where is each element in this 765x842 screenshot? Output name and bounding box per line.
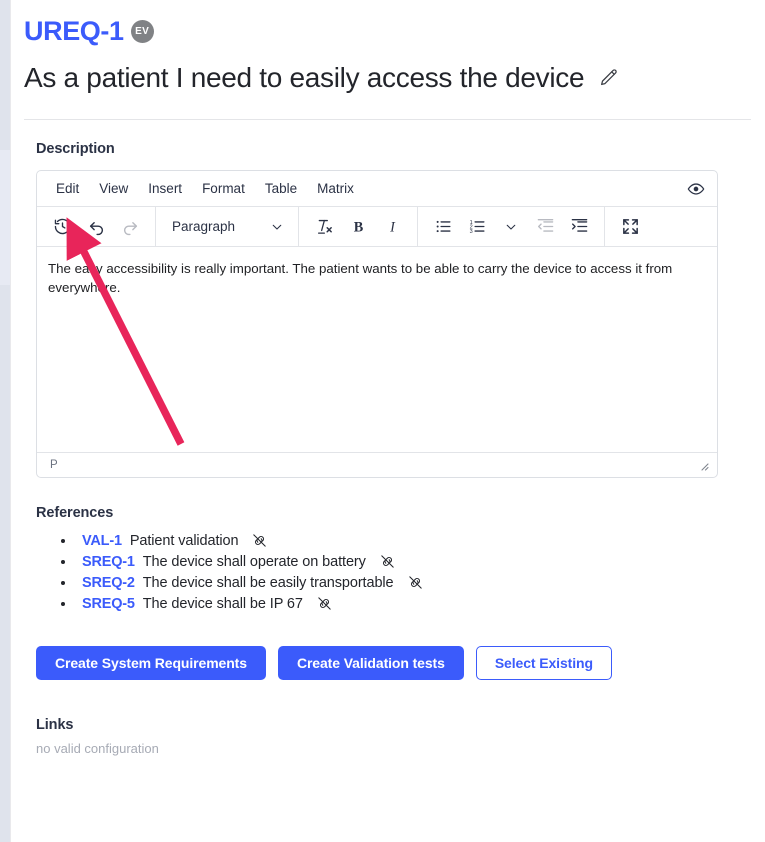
resize-grip-icon[interactable] bbox=[697, 459, 709, 471]
menu-item-table[interactable]: Table bbox=[255, 177, 307, 200]
reference-key[interactable]: SREQ-2 bbox=[82, 575, 135, 591]
avatar[interactable]: EV bbox=[130, 20, 154, 43]
unlink-icon[interactable] bbox=[407, 574, 424, 591]
list-bullet bbox=[61, 601, 65, 606]
italic-icon[interactable]: I bbox=[378, 213, 406, 241]
list-item: VAL-1 Patient validation bbox=[36, 530, 751, 551]
reference-key[interactable]: SREQ-1 bbox=[82, 554, 135, 570]
toolbar-group-lists: 1 2 3 bbox=[418, 207, 605, 247]
unlink-icon[interactable] bbox=[251, 532, 268, 549]
svg-text:B: B bbox=[353, 219, 363, 235]
requirement-id-row: UREQ-1 EV bbox=[24, 18, 751, 45]
list-bullet bbox=[61, 580, 65, 585]
svg-text:I: I bbox=[389, 219, 396, 235]
references-list: VAL-1 Patient validation SREQ-1 The devi… bbox=[36, 530, 751, 614]
reference-key[interactable]: SREQ-5 bbox=[82, 596, 135, 612]
numbered-list-icon[interactable]: 1 2 3 bbox=[463, 213, 491, 241]
requirement-id[interactable]: UREQ-1 bbox=[24, 18, 124, 45]
page-title: As a patient I need to easily access the… bbox=[24, 62, 585, 93]
menu-item-matrix[interactable]: Matrix bbox=[307, 177, 364, 200]
reference-key[interactable]: VAL-1 bbox=[82, 533, 122, 549]
references-heading: References bbox=[36, 505, 114, 522]
menu-item-insert[interactable]: Insert bbox=[138, 177, 192, 200]
reference-text: The device shall be IP 67 bbox=[142, 595, 303, 612]
paragraph-format-select[interactable]: Paragraph bbox=[164, 213, 290, 241]
create-validation-tests-button[interactable]: Create Validation tests bbox=[277, 646, 464, 681]
action-button-row: Create System Requirements Create Valida… bbox=[36, 646, 751, 681]
page-body: Description Edit View Insert Format Tabl… bbox=[11, 120, 765, 756]
editor-menubar: Edit View Insert Format Table Matrix bbox=[37, 171, 717, 208]
menu-item-format[interactable]: Format bbox=[192, 177, 255, 200]
svg-text:3: 3 bbox=[469, 229, 472, 235]
clear-formatting-icon[interactable] bbox=[310, 213, 338, 241]
requirement-detail-page: UREQ-1 EV As a patient I need to easily … bbox=[11, 0, 765, 842]
unlink-icon[interactable] bbox=[316, 595, 333, 612]
references-section: References VAL-1 Patient validation SREQ… bbox=[36, 505, 751, 614]
reference-text: The device shall operate on battery bbox=[142, 553, 366, 570]
toolbar-group-text: B I bbox=[299, 207, 418, 247]
create-system-requirements-button[interactable]: Create System Requirements bbox=[36, 646, 266, 681]
reference-text: Patient validation bbox=[129, 532, 239, 549]
reference-text: The device shall be easily transportable bbox=[142, 574, 394, 591]
eye-icon[interactable] bbox=[687, 180, 705, 198]
indent-icon[interactable] bbox=[565, 213, 593, 241]
description-heading: Description bbox=[36, 141, 115, 158]
paragraph-format-value: Paragraph bbox=[172, 219, 236, 235]
requirement-title-row: As a patient I need to easily access the… bbox=[24, 62, 751, 94]
links-section: Links no valid configuration bbox=[36, 717, 751, 756]
list-bullet bbox=[61, 538, 65, 543]
editor-statusbar: P bbox=[37, 452, 717, 478]
links-heading: Links bbox=[36, 717, 74, 734]
fullscreen-icon[interactable] bbox=[616, 213, 644, 241]
menu-item-view[interactable]: View bbox=[89, 177, 138, 200]
redo-arrow-icon[interactable] bbox=[116, 213, 144, 241]
list-item: SREQ-2 The device shall be easily transp… bbox=[36, 572, 751, 593]
editor-paragraph: The easy accessibility is really importa… bbox=[48, 261, 673, 296]
editor-content-area[interactable]: The easy accessibility is really importa… bbox=[37, 247, 717, 452]
bold-icon[interactable]: B bbox=[344, 213, 372, 241]
bullet-list-icon[interactable] bbox=[429, 213, 457, 241]
left-scroll-gutter[interactable] bbox=[0, 0, 10, 842]
outdent-icon[interactable] bbox=[531, 213, 559, 241]
chevron-down-icon bbox=[272, 224, 282, 230]
links-empty-message: no valid configuration bbox=[36, 741, 159, 757]
toolbar-group-view bbox=[605, 207, 655, 246]
scrollbar-thumb[interactable] bbox=[0, 150, 10, 285]
undo-arrow-icon[interactable] bbox=[82, 213, 110, 241]
rich-text-editor: Edit View Insert Format Table Matrix Par… bbox=[36, 170, 718, 479]
page-header: UREQ-1 EV As a patient I need to easily … bbox=[11, 0, 765, 121]
select-existing-button[interactable]: Select Existing bbox=[475, 646, 612, 681]
menu-item-edit[interactable]: Edit bbox=[48, 177, 89, 200]
list-bullet bbox=[61, 559, 65, 564]
editor-toolbar: Paragraph B I 1 2 3 bbox=[37, 207, 717, 248]
toolbar-group-history bbox=[37, 207, 156, 247]
toolbar-group-blockformat: Paragraph bbox=[156, 207, 299, 247]
clock-history-icon[interactable] bbox=[48, 213, 76, 241]
unlink-icon[interactable] bbox=[379, 553, 396, 570]
list-item: SREQ-1 The device shall operate on batte… bbox=[36, 551, 751, 572]
element-path[interactable]: P bbox=[50, 459, 58, 471]
list-item: SREQ-5 The device shall be IP 67 bbox=[36, 593, 751, 614]
pencil-icon[interactable] bbox=[598, 67, 620, 89]
chevron-down-icon[interactable] bbox=[497, 213, 525, 241]
